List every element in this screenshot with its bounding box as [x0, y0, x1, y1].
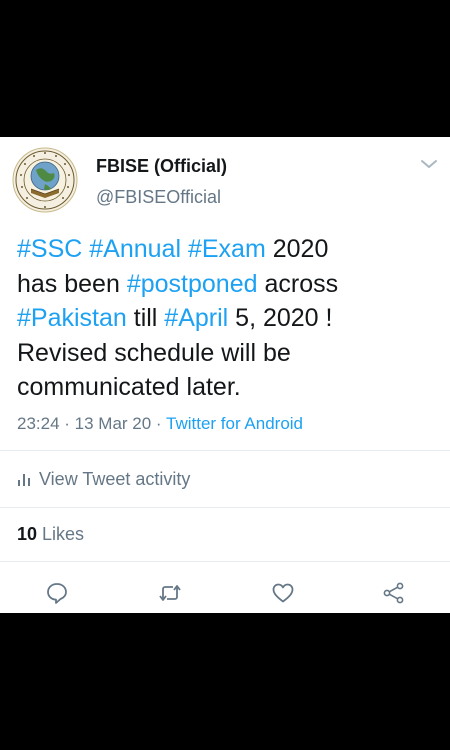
hashtag-link[interactable]: #Pakistan	[17, 304, 127, 332]
retweet-button[interactable]	[157, 580, 183, 606]
avatar[interactable]	[12, 147, 78, 213]
tweet-text-segment	[181, 235, 188, 263]
tweet-timestamp[interactable]: 23:24 · 13 Mar 20 ·	[17, 414, 166, 433]
share-button[interactable]	[381, 580, 407, 606]
likes-count: 10	[17, 524, 38, 544]
tweet-meta: 23:24 · 13 Mar 20 · Twitter for Android	[17, 413, 303, 435]
hashtag-link[interactable]: #SSC	[17, 235, 82, 263]
view-activity-link[interactable]: View Tweet activity	[17, 467, 190, 491]
tweet-text-segment: communicated later.	[17, 373, 241, 401]
tweet-text: #SSC #Annual #Exam 2020 has been #postpon…	[17, 232, 437, 405]
reply-icon	[47, 583, 67, 604]
tweet-card: FBISE (Official) @FBISEOfficial #SSC #An…	[0, 137, 450, 613]
author-display-name[interactable]: FBISE (Official)	[96, 155, 227, 177]
divider	[0, 561, 450, 562]
tweet-text-segment: across	[257, 269, 339, 298]
tweet-source[interactable]: Twitter for Android	[166, 414, 303, 433]
author-handle[interactable]: @FBISEOfficial	[96, 186, 227, 208]
hashtag-link[interactable]: #Exam	[188, 235, 266, 263]
tweet-author[interactable]: FBISE (Official) @FBISEOfficial	[96, 155, 227, 208]
heart-icon	[272, 583, 294, 603]
divider	[0, 507, 450, 508]
reply-button[interactable]	[44, 580, 70, 606]
tweet-text-segment: till	[126, 304, 165, 332]
tweet-text-segment: 2020	[265, 235, 329, 263]
like-button[interactable]	[270, 580, 296, 606]
tweet-text-segment: 5, 2020 !	[228, 304, 333, 332]
tweet-text-segment: Revised schedule will be	[17, 338, 291, 367]
hashtag-link[interactable]: #April	[164, 304, 228, 332]
likes-label: Likes	[37, 524, 85, 544]
share-icon	[383, 582, 404, 604]
likes-stat[interactable]: 10 Likes	[17, 524, 84, 545]
bar-chart-icon	[18, 474, 30, 486]
tweet-text-segment: has been	[17, 269, 127, 298]
hashtag-link[interactable]: #postponed	[127, 270, 258, 298]
activity-label: View Tweet activity	[39, 468, 191, 489]
retweet-icon	[159, 585, 181, 601]
divider	[0, 450, 450, 451]
fbise-logo-icon	[12, 147, 78, 213]
chevron-down-icon[interactable]	[420, 157, 438, 171]
hashtag-link[interactable]: #Annual	[89, 235, 181, 263]
tweet-actions	[0, 580, 450, 606]
